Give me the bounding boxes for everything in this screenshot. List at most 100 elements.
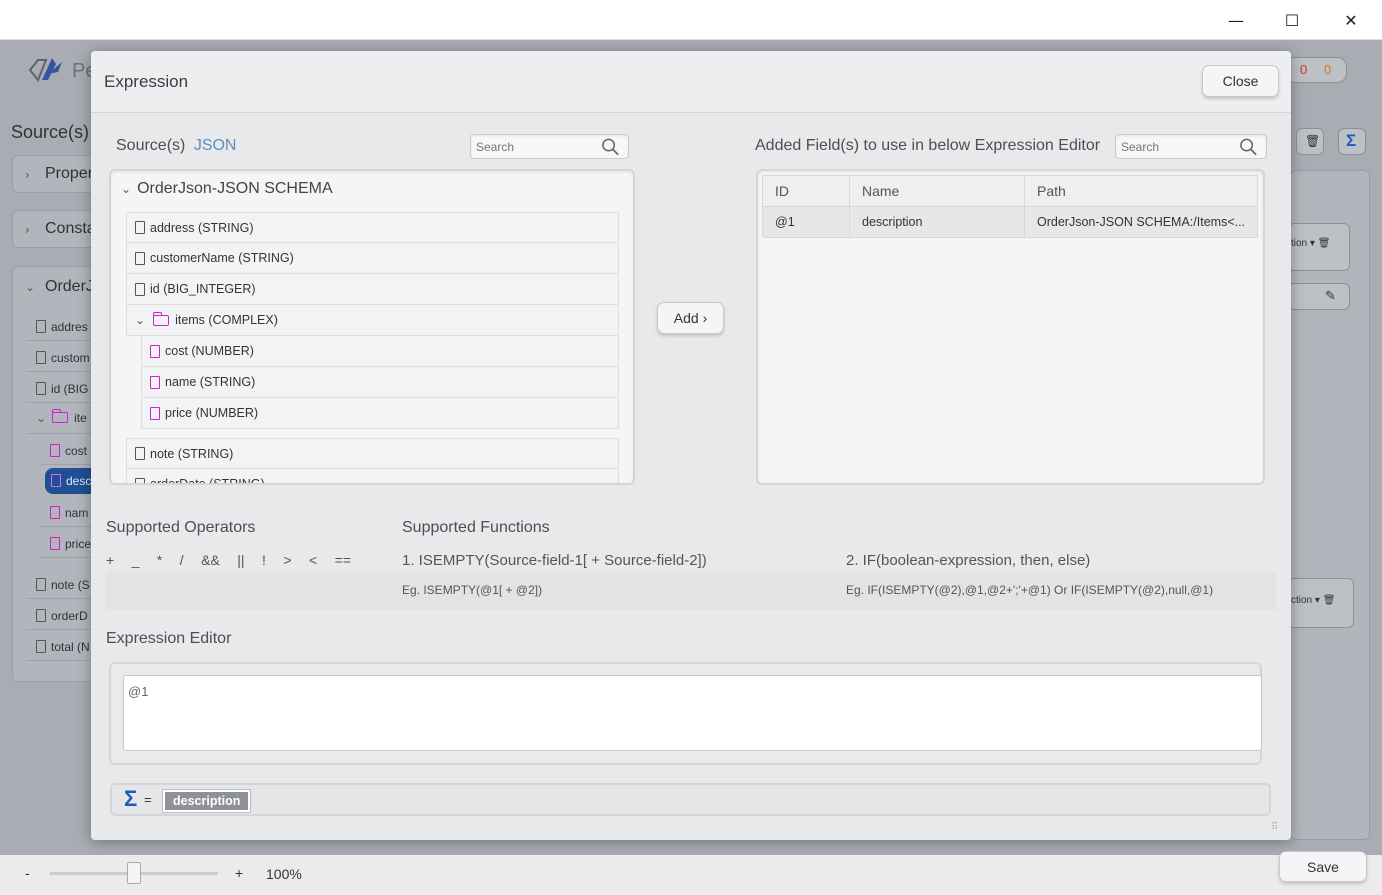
tree-item-cost[interactable]: cost (NUMBER) <box>141 336 619 367</box>
tree-item[interactable]: ⌄ ite <box>26 404 96 434</box>
search-icon[interactable] <box>1239 137 1258 157</box>
added-fields-table: ID Name Path @1 description OrderJson-JS… <box>762 175 1258 238</box>
delete-button-bg[interactable]: 🗑 <box>1296 128 1324 155</box>
tree-item-selected[interactable]: desc <box>45 468 97 494</box>
file-icon <box>135 282 145 296</box>
column-header-id[interactable]: ID <box>762 175 850 207</box>
zoom-in-button[interactable]: + <box>235 865 243 881</box>
zoom-level: 100% <box>266 866 302 882</box>
minimize-icon: — <box>1228 10 1244 30</box>
tree-item-address[interactable]: address (STRING) <box>126 212 619 243</box>
tree-item[interactable]: orderD <box>26 600 96 630</box>
added-search[interactable] <box>1115 134 1267 159</box>
operator-multiply[interactable]: * <box>157 552 162 568</box>
function-isempty-example: Eg. ISEMPTY(@1[ + @2]) <box>402 583 543 597</box>
add-button[interactable]: Add › <box>657 302 724 334</box>
accordion-label: Consta <box>45 220 96 237</box>
tree-item-note[interactable]: note (STRING) <box>126 438 619 469</box>
mapping-card-bg-2: ction ▾ 🗑 <box>1288 578 1354 628</box>
minimize-button[interactable]: — <box>1207 0 1265 40</box>
trash-icon: 🗑 <box>1305 134 1321 148</box>
function-if[interactable]: 2. IF(boolean-expression, then, else) <box>846 552 1090 569</box>
file-icon <box>135 221 145 234</box>
source-type-label: JSON <box>193 137 237 154</box>
tree-item[interactable]: id (BIG <box>26 373 96 403</box>
close-icon: ✕ <box>1344 10 1358 30</box>
operator-and[interactable]: && <box>201 552 220 568</box>
operators-list: + _ * / && || ! > < == <box>106 552 364 570</box>
tree-item[interactable]: custom <box>26 342 96 372</box>
close-button[interactable]: Close <box>1202 65 1279 97</box>
tree-item[interactable]: addres <box>26 311 96 341</box>
folder-icon <box>152 311 170 326</box>
zoom-slider-thumb[interactable] <box>127 862 141 884</box>
counter-badge: 0 0 <box>1285 57 1347 83</box>
mapping-card-bg: tion ▾ 🗑 <box>1288 223 1350 271</box>
tree-item-price[interactable]: price (NUMBER) <box>141 398 619 429</box>
added-fields-panel: ID Name Path @1 description OrderJson-JS… <box>756 169 1265 485</box>
tree-item[interactable]: nam <box>40 497 96 527</box>
pencil-icon: ✎ <box>1325 288 1336 303</box>
warning-count: 0 <box>1324 62 1332 77</box>
tree-root[interactable]: ⌄ OrderJson-JSON SCHEMA <box>121 180 333 198</box>
added-search-input[interactable] <box>1121 138 1241 156</box>
operator-less[interactable]: < <box>309 552 317 568</box>
bottom-bar: - + 100% Save <box>0 851 1382 895</box>
save-button[interactable]: Save <box>1279 851 1367 882</box>
equals-sign: = <box>144 792 152 807</box>
tree-item[interactable]: total (N <box>26 631 96 661</box>
logo-icon <box>28 58 62 82</box>
accordion-properties[interactable]: › Proper <box>12 155 97 193</box>
sigma-button-bg[interactable]: Σ <box>1338 128 1366 155</box>
operator-greater[interactable]: > <box>283 552 291 568</box>
file-icon <box>150 375 160 389</box>
added-fields-label: Added Field(s) to use in below Expressio… <box>755 137 1101 154</box>
resize-handle[interactable]: ⠿ <box>1271 822 1278 833</box>
operator-minus[interactable]: _ <box>132 552 140 568</box>
window-titlebar: — ☐ ✕ <box>0 0 1382 40</box>
tree-item[interactable]: cost <box>40 435 96 465</box>
accordion-constants[interactable]: › Consta <box>12 210 97 248</box>
tree-item[interactable]: note (S <box>26 569 96 599</box>
field-chip[interactable]: description <box>163 790 251 812</box>
search-icon[interactable] <box>601 137 620 157</box>
accordion-label: Proper <box>45 165 94 182</box>
table-row[interactable]: @1 description OrderJson-JSON SCHEMA:/It… <box>762 206 1258 238</box>
operator-plus[interactable]: + <box>106 552 114 568</box>
maximize-button[interactable]: ☐ <box>1263 0 1321 40</box>
file-icon <box>150 344 160 358</box>
source-search[interactable] <box>470 134 629 159</box>
tree-item-name[interactable]: name (STRING) <box>141 367 619 398</box>
chevron-down-icon: ⌄ <box>135 313 146 327</box>
operator-equals[interactable]: == <box>335 552 351 568</box>
tree-item[interactable]: price <box>40 528 96 558</box>
source-search-input[interactable] <box>476 138 596 156</box>
cell-name: description <box>849 206 1025 238</box>
sigma-icon: Σ <box>1346 131 1357 150</box>
close-window-button[interactable]: ✕ <box>1322 0 1380 40</box>
operators-label: Supported Operators <box>106 519 256 536</box>
tree-item-customer-name[interactable]: customerName (STRING) <box>126 243 619 274</box>
tree-item-items[interactable]: ⌄ items (COMPLEX) <box>126 305 619 336</box>
zoom-out-button[interactable]: - <box>25 865 30 881</box>
operator-not[interactable]: ! <box>262 552 266 568</box>
modal-title: Expression <box>104 72 189 91</box>
functions-label: Supported Functions <box>402 519 550 536</box>
sources-label: Source(s) JSON <box>116 137 237 154</box>
file-icon <box>135 447 145 460</box>
tree-item-id[interactable]: id (BIG_INTEGER) <box>126 274 619 305</box>
operator-or[interactable]: || <box>237 552 244 568</box>
expression-editor-input[interactable] <box>123 675 1262 751</box>
file-icon <box>150 406 160 420</box>
tree-item-order-date[interactable]: orderDate (STRING) <box>126 469 619 483</box>
column-header-path[interactable]: Path <box>1024 175 1258 207</box>
file-icon <box>135 251 145 265</box>
expression-editor-panel <box>109 662 1262 765</box>
sources-title: Source(s) <box>11 122 90 142</box>
function-isempty[interactable]: 1. ISEMPTY(Source-field-1[ + Source-fiel… <box>402 552 707 569</box>
error-count: 0 <box>1300 62 1308 77</box>
operator-divide[interactable]: / <box>180 552 184 568</box>
maximize-icon: ☐ <box>1284 10 1300 30</box>
sigma-icon: Σ <box>124 786 138 811</box>
column-header-name[interactable]: Name <box>849 175 1025 207</box>
